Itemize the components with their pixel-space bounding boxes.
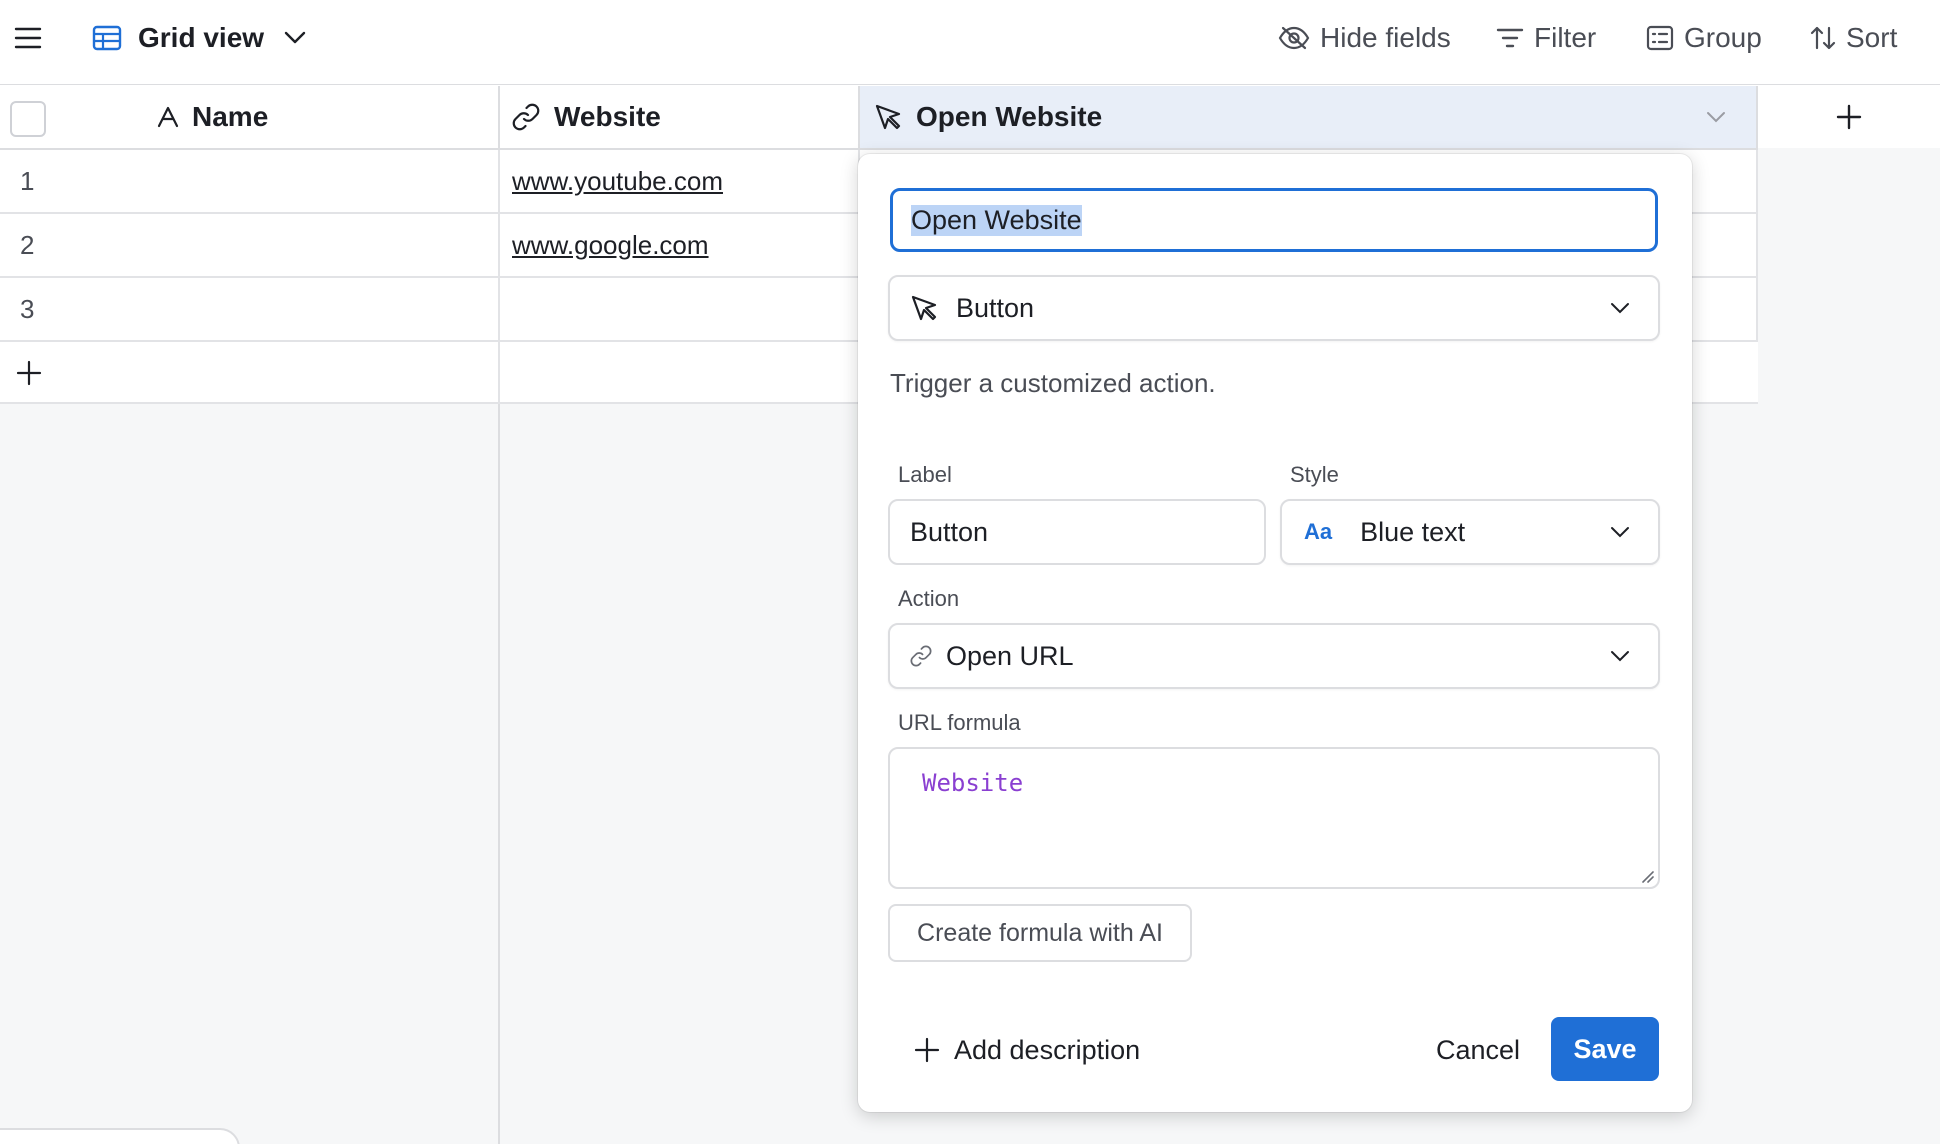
link-icon	[910, 645, 932, 667]
column-header-label: Open Website	[916, 101, 1103, 132]
column-header-label: Name	[192, 101, 269, 132]
grid-header: Name Website Open Website	[0, 86, 1940, 150]
chevron-down-icon	[1611, 651, 1629, 662]
url-formula-label: URL formula	[898, 710, 1021, 735]
hide-fields-label: Hide fields	[1320, 22, 1451, 53]
url-formula-editor[interactable]: Website	[888, 747, 1660, 889]
field-type-select[interactable]: Button	[888, 275, 1660, 341]
cursor-icon	[875, 104, 901, 130]
text-style-icon: Aa	[1304, 519, 1333, 544]
formula-token: Website	[922, 769, 1024, 797]
field-name-input[interactable]: Open Website	[890, 188, 1658, 252]
style-label: Style	[1290, 462, 1339, 487]
view-switcher[interactable]: Grid view	[92, 0, 316, 76]
name-cell[interactable]	[140, 214, 500, 276]
cancel-button[interactable]: Cancel	[1412, 1018, 1544, 1082]
cursor-icon	[911, 295, 937, 321]
group-button[interactable]: Group	[1646, 0, 1762, 76]
save-button[interactable]: Save	[1551, 1017, 1659, 1081]
create-formula-with-ai-button[interactable]: Create formula with AI	[888, 904, 1192, 962]
field-type-description: Trigger a customized action.	[890, 368, 1216, 398]
name-cell[interactable]	[140, 278, 500, 340]
hide-fields-button[interactable]: Hide fields	[1278, 0, 1451, 76]
website-cell[interactable]	[500, 278, 860, 340]
style-select[interactable]: Aa Blue text	[1280, 499, 1660, 565]
row-number: 2	[20, 229, 35, 260]
bottom-tab[interactable]	[0, 1128, 240, 1144]
action-label: Action	[898, 586, 960, 611]
filter-label: Filter	[1534, 22, 1597, 53]
plus-icon	[914, 1037, 940, 1063]
name-cell[interactable]	[140, 150, 500, 212]
row-number: 3	[20, 293, 35, 324]
website-link[interactable]: www.google.com	[512, 230, 709, 261]
empty-cell	[500, 342, 860, 404]
view-name: Grid view	[138, 22, 265, 53]
button-label-input[interactable]: Button	[888, 499, 1266, 565]
chevron-down-icon	[1611, 527, 1629, 538]
row-number: 1	[20, 165, 35, 196]
add-description-label: Add description	[954, 1034, 1141, 1065]
filter-icon	[1496, 28, 1524, 48]
sort-label: Sort	[1846, 22, 1898, 53]
filter-button[interactable]: Filter	[1496, 0, 1596, 76]
eye-off-icon	[1278, 26, 1310, 50]
column-header-website[interactable]: Website	[500, 86, 860, 148]
field-type-value: Button	[956, 292, 1035, 323]
plus-icon	[1836, 104, 1862, 130]
column-header-label: Website	[554, 101, 661, 132]
column-header-name[interactable]: Name	[0, 86, 500, 148]
style-value: Blue text	[1360, 516, 1466, 547]
action-select[interactable]: Open URL	[888, 623, 1660, 689]
menu-icon[interactable]	[14, 0, 52, 76]
sort-icon	[1810, 26, 1836, 50]
select-all-checkbox[interactable]	[10, 101, 46, 137]
field-name-selection: Open Website	[911, 204, 1082, 236]
chevron-down-icon	[1611, 303, 1629, 314]
chevron-down-icon[interactable]	[1706, 111, 1726, 123]
label-label: Label	[898, 462, 952, 487]
grid-view-icon	[92, 25, 122, 51]
text-field-icon	[157, 106, 179, 128]
add-row-button[interactable]	[0, 342, 500, 404]
website-cell[interactable]: www.youtube.com	[500, 150, 860, 212]
sort-button[interactable]: Sort	[1810, 0, 1897, 76]
view-toolbar: Grid view Hide fields Filter Group Sort	[0, 0, 1940, 85]
group-icon	[1646, 25, 1674, 51]
website-link[interactable]: www.youtube.com	[512, 166, 723, 197]
website-cell[interactable]: www.google.com	[500, 214, 860, 276]
group-label: Group	[1684, 22, 1762, 53]
resize-handle-icon[interactable]	[1640, 869, 1654, 883]
column-header-open-website[interactable]: Open Website	[860, 86, 1758, 148]
add-field-button[interactable]	[1758, 86, 1940, 148]
add-description-button[interactable]: Add description	[914, 1030, 1140, 1070]
plus-icon	[16, 360, 42, 386]
chevron-down-icon	[284, 31, 306, 44]
action-value: Open URL	[946, 640, 1074, 671]
field-config-popup: Open Website Button Trigger a customized…	[858, 154, 1692, 1112]
link-icon	[512, 103, 540, 131]
